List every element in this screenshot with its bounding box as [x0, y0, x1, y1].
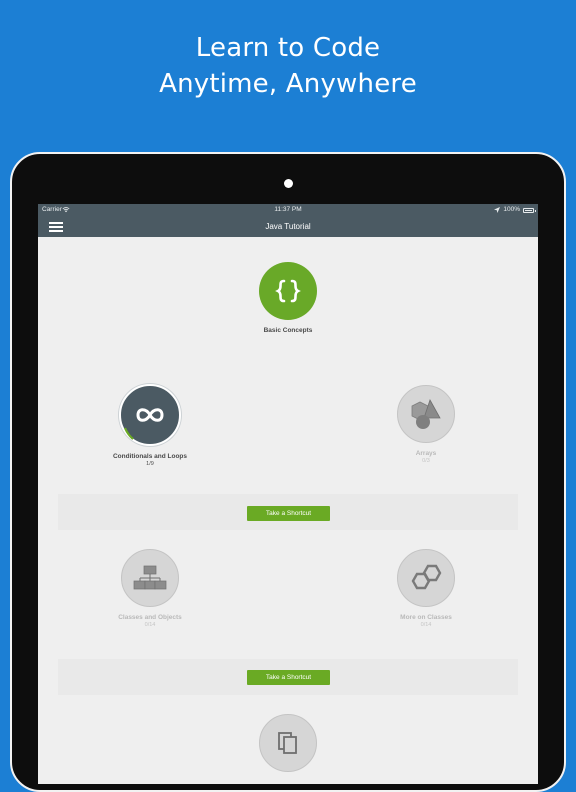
lesson-more-classes-badge[interactable] [397, 549, 455, 607]
curly-braces-icon [275, 279, 301, 303]
status-right: 100% [494, 204, 536, 216]
lesson-more-classes-progress: 0/14 [420, 622, 432, 628]
battery-percent: 100% [503, 206, 520, 213]
lesson-arrays-title: Arrays [415, 450, 437, 457]
lesson-conditionals-title: Conditionals and Loops [112, 453, 188, 460]
hexagons-icon [411, 564, 442, 590]
battery-icon [523, 207, 536, 213]
lesson-classes-badge[interactable] [121, 549, 179, 607]
lesson-conditionals-progress: 1/9 [146, 461, 154, 467]
lesson-next[interactable] [218, 714, 358, 772]
lesson-basic-concepts[interactable]: Basic Concepts [218, 262, 358, 335]
lesson-basic-concepts-badge[interactable] [259, 262, 317, 320]
lesson-classes-progress: 0/14 [144, 622, 156, 628]
take-shortcut-button-2[interactable]: Take a Shortcut [247, 670, 330, 685]
lesson-classes-objects[interactable]: Classes and Objects 0/14 [80, 549, 220, 629]
status-time: 11:37 PM [274, 206, 302, 213]
app-screen: Carrier 11:37 PM 100% Java Tutorial Basi… [38, 204, 538, 784]
lesson-classes-title: Classes and Objects [118, 614, 182, 621]
lesson-conditionals-badge[interactable] [119, 384, 181, 446]
lesson-conditionals-loops[interactable]: Conditionals and Loops 1/9 [80, 384, 220, 468]
promo-headline-line1: Learn to Code [195, 33, 381, 63]
blocks-icon [133, 565, 167, 590]
copy-icon [278, 732, 297, 754]
lesson-arrays[interactable]: Arrays 0/3 [356, 385, 496, 465]
progress-ring [123, 427, 134, 440]
lesson-more-classes-title: More on Classes [400, 614, 452, 621]
lesson-more-on-classes[interactable]: More on Classes 0/14 [356, 549, 496, 629]
promo-headline-line2: Anytime, Anywhere [159, 69, 417, 99]
lesson-arrays-badge[interactable] [397, 385, 455, 443]
nav-title: Java Tutorial [265, 222, 311, 231]
shapes-icon [411, 399, 441, 429]
lesson-basic-concepts-title: Basic Concepts [263, 327, 313, 334]
status-bar: Carrier 11:37 PM 100% [38, 204, 538, 216]
lesson-arrays-progress: 0/3 [422, 458, 430, 464]
lesson-next-badge[interactable] [259, 714, 317, 772]
location-arrow-icon [494, 207, 501, 213]
take-shortcut-button-1[interactable]: Take a Shortcut [247, 506, 330, 521]
nav-bar: Java Tutorial [38, 216, 538, 237]
camera-dot [284, 179, 293, 188]
